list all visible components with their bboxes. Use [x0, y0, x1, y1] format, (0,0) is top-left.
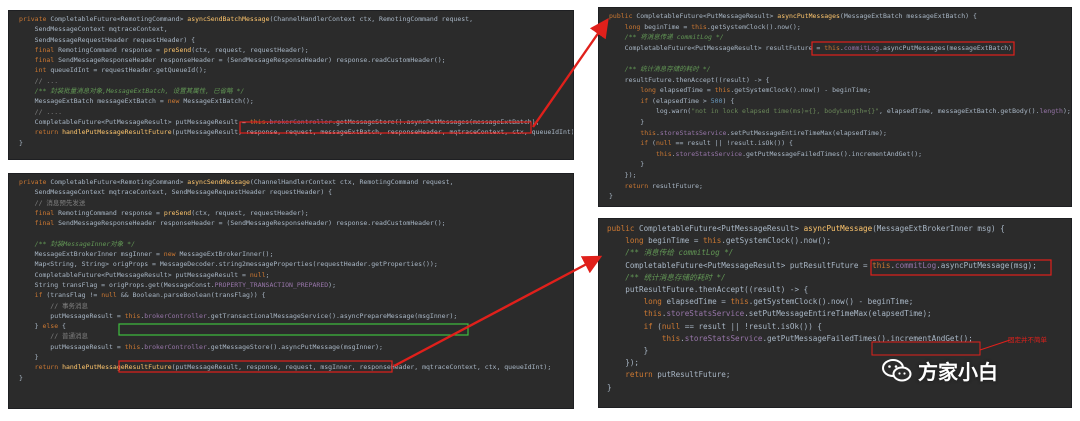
- arrow-batch-to-put-messages: [532, 18, 609, 128]
- highlight-box-failed-times: [871, 341, 981, 356]
- highlight-box-transactional-call: [118, 323, 469, 336]
- highlight-box-commitlog-single: [870, 259, 1052, 276]
- arrow-put-message-to-store: [393, 255, 603, 368]
- watermark: 方家小白: [882, 356, 998, 385]
- highlight-box-commitlog-batch: [811, 41, 1015, 56]
- annotation-text: 固定并不简单: [1008, 336, 1047, 344]
- wechat-icon: [882, 358, 912, 381]
- watermark-text: 方家小白: [918, 360, 998, 384]
- highlight-box-batch-call: [239, 121, 532, 134]
- highlight-box-put-message-call: [118, 360, 393, 373]
- arrow-annotation-pointer: [979, 339, 1011, 351]
